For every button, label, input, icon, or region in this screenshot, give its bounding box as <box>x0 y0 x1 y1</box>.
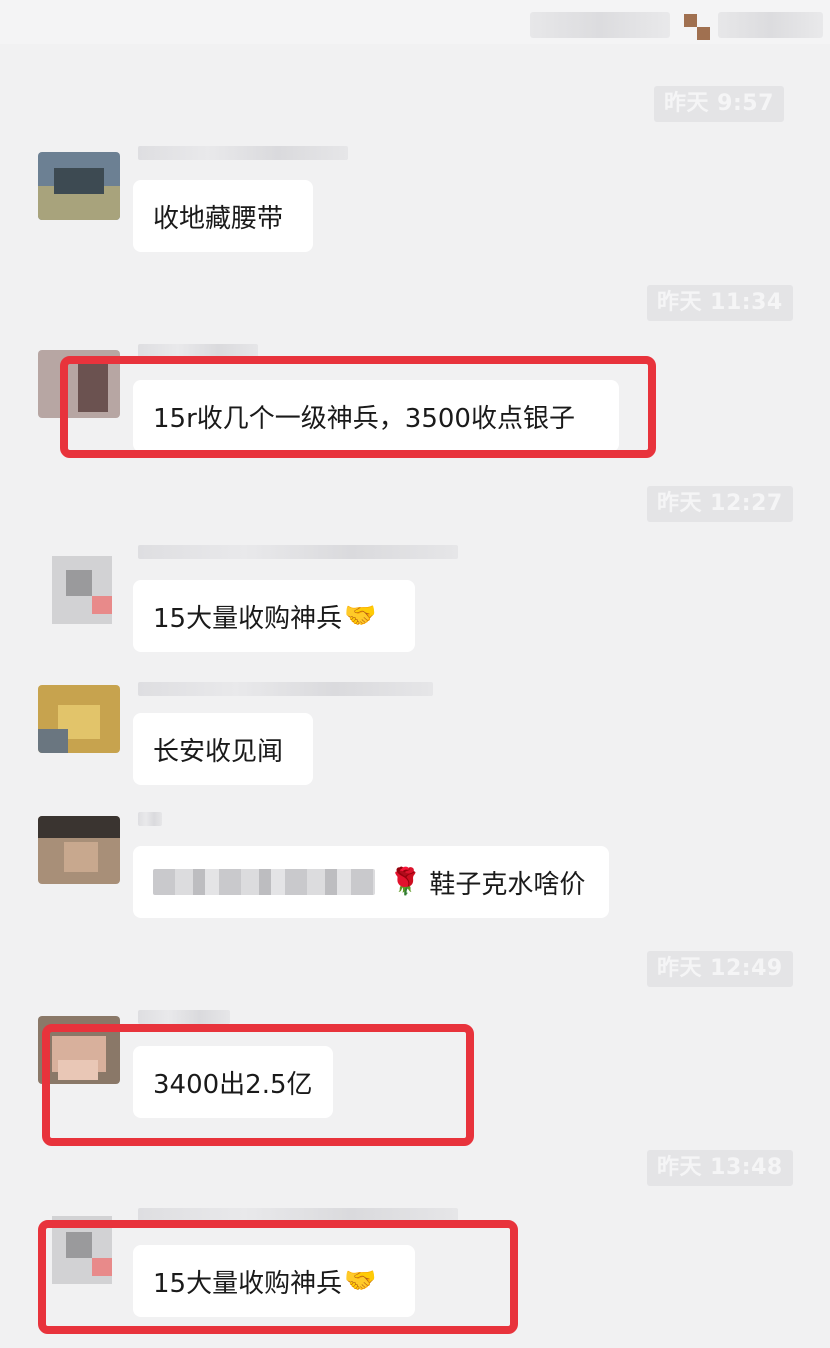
message-bubble[interactable]: 收地藏腰带 <box>133 180 313 252</box>
message-bubble[interactable]: 3400出2.5亿 <box>133 1046 333 1118</box>
sender-name <box>138 344 258 358</box>
timestamp: 昨天 9:57 <box>654 86 784 122</box>
message-text: 3400出2.5亿 <box>153 1069 313 1100</box>
avatar[interactable] <box>38 685 120 753</box>
sender-name <box>138 146 348 160</box>
timestamp: 昨天 11:34 <box>647 285 793 321</box>
message-text: 15大量收购神兵 <box>153 1268 343 1299</box>
avatar[interactable] <box>38 1016 120 1084</box>
top-bar-pixel <box>684 14 697 27</box>
message-text: 收地藏腰带 <box>153 203 284 234</box>
timestamp: 昨天 13:48 <box>647 1150 793 1186</box>
message-bubble[interactable]: 15r收几个一级神兵，3500收点银子 <box>133 380 619 452</box>
top-bar-blurred-text <box>530 12 670 38</box>
message-bubble[interactable]: 🌹 鞋子克水啥价 <box>133 846 609 918</box>
timestamp: 昨天 12:27 <box>647 486 793 522</box>
rose-icon: 🌹 <box>389 867 422 897</box>
chat-top-bar <box>0 0 830 44</box>
top-bar-pixel <box>697 27 710 40</box>
message-bubble[interactable]: 长安收见闻 <box>133 713 313 785</box>
top-bar-blurred-text <box>718 12 823 38</box>
sender-name <box>138 545 458 559</box>
sender-name <box>138 812 162 826</box>
timestamp: 昨天 12:49 <box>647 951 793 987</box>
sender-name <box>138 682 433 696</box>
blurred-text <box>153 869 375 895</box>
avatar[interactable] <box>38 816 120 884</box>
message-text: 长安收见闻 <box>153 736 284 767</box>
message-text: 鞋子克水啥价 <box>429 869 586 900</box>
message-text: 15大量收购神兵 <box>153 603 343 634</box>
message-text: 15r收几个一级神兵，3500收点银子 <box>153 403 575 434</box>
sender-name <box>138 1208 458 1222</box>
avatar[interactable] <box>38 152 120 220</box>
handshake-icon: 🤝 <box>344 1266 377 1296</box>
sender-name <box>138 1010 230 1024</box>
message-bubble[interactable]: 15大量收购神兵 🤝 <box>133 1245 415 1317</box>
avatar[interactable] <box>38 350 120 418</box>
handshake-icon: 🤝 <box>344 601 377 631</box>
avatar[interactable] <box>38 556 120 624</box>
avatar[interactable] <box>38 1216 120 1284</box>
message-bubble[interactable]: 15大量收购神兵 🤝 <box>133 580 415 652</box>
